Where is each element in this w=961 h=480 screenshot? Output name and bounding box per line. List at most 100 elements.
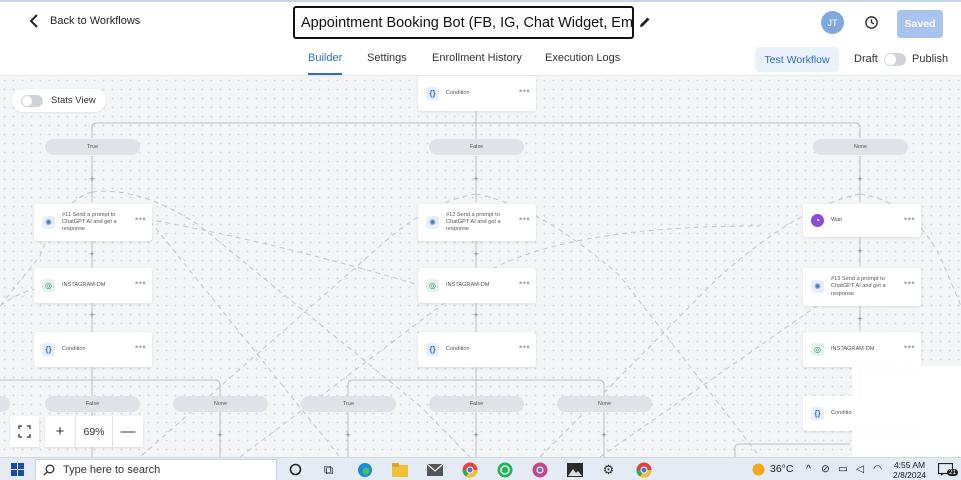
windows-start-icon[interactable]	[11, 463, 24, 476]
add-step-icon[interactable]: +	[87, 249, 97, 259]
notification-count: 21	[947, 469, 959, 476]
braces-icon: {}	[426, 87, 439, 100]
node-label: #13 Send a prompt to ChatGPT AI and get …	[831, 276, 886, 297]
publish-label: Publish	[912, 53, 949, 65]
chevron-up-icon[interactable]: ^	[806, 463, 811, 475]
chatgpt-node-12[interactable]: ✺ #12 Send a prompt to ChatGPT AI and ge…	[418, 204, 536, 241]
tab-execution-logs[interactable]: Execution Logs	[545, 52, 620, 64]
workflow-canvas[interactable]: Stats View {} Condition ••• True False N…	[0, 76, 961, 457]
chrome-icon[interactable]	[461, 461, 478, 478]
more-options-icon[interactable]: •••	[135, 342, 146, 352]
node-label: INSTAGRAM-DM	[446, 281, 490, 288]
condition-node[interactable]: {} Condition •••	[418, 332, 536, 367]
add-step-icon[interactable]: +	[343, 430, 353, 440]
sub-branch-pill-true[interactable]: True	[301, 396, 396, 412]
settings-gear-icon[interactable]: ⚙	[600, 461, 617, 478]
node-label: INSTAGRAM-DM	[62, 281, 106, 288]
more-options-icon[interactable]: •••	[519, 278, 530, 288]
instagram-dm-node[interactable]: ◎ INSTAGRAM-DM •••	[34, 268, 152, 303]
branch-pill-none[interactable]: None	[813, 139, 908, 155]
add-step-icon[interactable]: +	[471, 249, 481, 259]
test-workflow-button[interactable]: Test Workflow	[755, 47, 839, 72]
instagram-dm-node[interactable]: ◎ INSTAGRAM-DM •••	[418, 268, 536, 303]
sub-branch-pill-false[interactable]: False	[429, 396, 524, 412]
task-view-icon[interactable]: ⧉	[320, 461, 337, 478]
mail-icon[interactable]	[426, 461, 443, 478]
add-step-icon[interactable]: +	[599, 430, 609, 440]
sub-branch-pill-none[interactable]: None	[557, 396, 652, 412]
whatsapp-icon[interactable]	[496, 461, 513, 478]
publish-toggle[interactable]	[884, 53, 906, 66]
tab-enrollment-history[interactable]: Enrollment History	[432, 52, 522, 64]
photos-icon[interactable]	[566, 461, 583, 478]
add-step-icon[interactable]: +	[855, 174, 865, 184]
node-label: INSTAGRAM-DM	[831, 345, 875, 352]
more-options-icon[interactable]: •••	[135, 278, 146, 288]
chrome-secondary-icon[interactable]	[635, 461, 652, 478]
back-label: Back to Workflows	[50, 15, 141, 27]
add-step-icon[interactable]: +	[87, 174, 97, 184]
pencil-icon[interactable]	[639, 16, 651, 28]
clock-icon: ◔	[811, 214, 824, 227]
add-step-icon[interactable]: +	[855, 314, 865, 324]
tabs-bar: Builder Settings Enrollment History Exec…	[0, 42, 961, 76]
more-options-icon[interactable]: •••	[904, 278, 915, 288]
more-options-icon[interactable]: •••	[135, 214, 146, 224]
sub-branch-pill-none[interactable]: None	[173, 396, 268, 412]
instagram-icon: ◎	[811, 343, 824, 356]
condition-node-top[interactable]: {} Condition •••	[418, 76, 536, 111]
top-header: Back to Workflows Appointment Booking Bo…	[0, 2, 961, 42]
zoom-out-button[interactable]: —	[113, 416, 143, 447]
back-to-workflows-link[interactable]: Back to Workflows	[28, 14, 140, 28]
chrome-profile-icon[interactable]	[531, 461, 548, 478]
branch-pill-false[interactable]: False	[429, 139, 524, 155]
instagram-dm-node[interactable]: ◎ INSTAGRAM-DM •••	[803, 332, 921, 367]
stats-toggle-switch[interactable]	[21, 94, 43, 107]
condition-node[interactable]: {} Condition •••	[34, 332, 152, 367]
add-step-icon[interactable]: +	[471, 174, 481, 184]
taskbar-search-input[interactable]: Type here to search	[35, 459, 277, 480]
cortana-icon[interactable]	[287, 461, 304, 478]
tab-settings[interactable]: Settings	[367, 52, 407, 64]
edge-browser-icon[interactable]	[356, 461, 373, 478]
add-step-icon[interactable]: +	[87, 310, 97, 320]
more-options-icon[interactable]: •••	[519, 342, 530, 352]
wifi-icon[interactable]: ◠	[873, 463, 882, 475]
more-options-icon[interactable]: •••	[904, 214, 915, 224]
volume-icon[interactable]: ◁	[856, 463, 864, 475]
history-icon[interactable]	[864, 15, 879, 30]
zoom-in-button[interactable]: +	[45, 416, 75, 447]
network-icon[interactable]: ⊘	[821, 463, 830, 475]
add-step-icon[interactable]: +	[215, 430, 225, 440]
add-step-icon[interactable]: +	[855, 246, 865, 256]
weather-sun-icon[interactable]	[750, 461, 767, 478]
draft-label: Draft	[854, 53, 878, 65]
more-options-icon[interactable]: •••	[519, 86, 530, 96]
expand-icon	[18, 425, 31, 438]
more-options-icon[interactable]: •••	[519, 214, 530, 224]
fit-to-screen-button[interactable]	[10, 416, 39, 447]
node-label: Condition	[446, 345, 470, 352]
windows-taskbar: Type here to search ⧉ ⚙ 36°C ^ ⊘ ▭ ◁ ◠ 4…	[0, 457, 961, 480]
battery-icon[interactable]: ▭	[838, 463, 848, 475]
wait-node[interactable]: ◔ Wait •••	[803, 204, 921, 237]
braces-icon: {}	[426, 343, 439, 356]
add-step-icon[interactable]: +	[471, 310, 481, 320]
tab-builder[interactable]: Builder	[308, 52, 342, 64]
branch-pill-true[interactable]: True	[45, 139, 140, 155]
node-label: #11 Send a prompt to ChatGPT AI and get …	[62, 211, 117, 233]
file-explorer-icon[interactable]	[391, 461, 408, 478]
system-clock[interactable]: 4:55 AM 2/8/2024	[893, 460, 926, 480]
chatgpt-node-13[interactable]: ✺ #13 Send a prompt to ChatGPT AI and ge…	[803, 268, 921, 306]
zoom-controls: + 69% —	[10, 416, 143, 447]
add-step-icon[interactable]: +	[471, 430, 481, 440]
avatar[interactable]: JT	[821, 11, 844, 34]
workflow-title-input[interactable]: Appointment Booking Bot (FB, IG, Chat Wi…	[293, 6, 634, 39]
weather-temperature[interactable]: 36°C	[770, 463, 793, 475]
notification-icon[interactable]: 21	[937, 461, 959, 478]
chatgpt-node-11[interactable]: ✺ #11 Send a prompt to ChatGPT AI and ge…	[34, 204, 152, 241]
stats-view-toggle[interactable]: Stats View	[12, 89, 106, 112]
saved-button[interactable]: Saved	[897, 10, 943, 38]
sub-branch-pill-false[interactable]: False	[45, 396, 140, 412]
more-options-icon[interactable]: •••	[904, 342, 915, 352]
